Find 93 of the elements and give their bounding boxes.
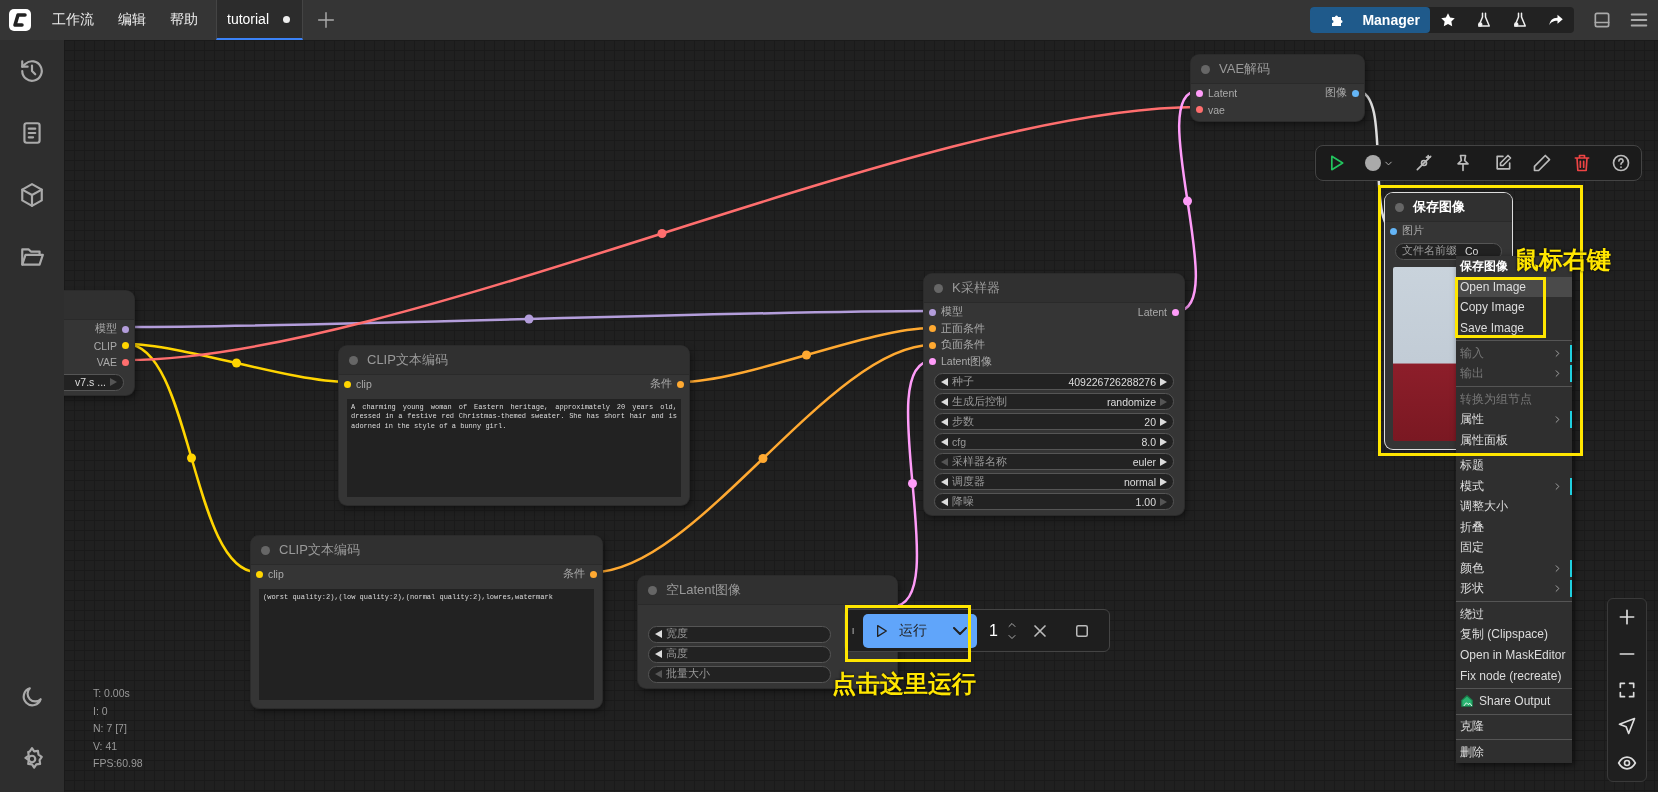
history-icon[interactable]: [19, 58, 45, 84]
node-title: K采样器: [952, 279, 1000, 297]
slot-label: 模型: [941, 305, 963, 320]
menu-item[interactable]: 固定: [1456, 537, 1572, 558]
slot-label: 图像: [1325, 86, 1347, 101]
slot-dot[interactable]: [122, 358, 129, 366]
menu-button[interactable]: 编辑: [106, 0, 158, 40]
slot-dot[interactable]: [256, 570, 263, 578]
house-icon: [1460, 694, 1474, 709]
menu-item[interactable]: 删除: [1456, 742, 1572, 763]
slot-dot[interactable]: [1196, 106, 1203, 114]
color-picker[interactable]: [1365, 155, 1395, 171]
menu-item[interactable]: Fix node (recreate): [1456, 665, 1572, 686]
slot-dot[interactable]: [590, 570, 597, 578]
menu-item[interactable]: 复制 (Clipspace): [1456, 624, 1572, 645]
slot-label: vae: [1208, 103, 1225, 116]
menu-item[interactable]: Open in MaskEditor: [1456, 645, 1572, 666]
number-widget[interactable]: 批量大小: [648, 665, 831, 683]
slot-label: 模型: [95, 322, 117, 337]
menu-item[interactable]: 绕过: [1456, 604, 1572, 625]
help-icon[interactable]: [1611, 153, 1632, 173]
node-title: 保存图像: [1413, 198, 1465, 216]
drag-handle-icon[interactable]: [849, 626, 857, 635]
cube-icon[interactable]: [19, 182, 45, 208]
slot-dot[interactable]: [1352, 89, 1359, 97]
chevron-down-icon: [953, 626, 967, 635]
text-widget[interactable]: 文件名前缀 Co: [1395, 242, 1502, 260]
graph-node[interactable]: 模型 CLIP VAE v7.s ...: [64, 291, 134, 395]
collapse-dot-icon[interactable]: [648, 585, 657, 595]
collapse-dot-icon[interactable]: [1395, 202, 1404, 212]
slot-dot[interactable]: [677, 380, 684, 388]
navigate-icon[interactable]: [1617, 716, 1637, 737]
slot-label: 图片: [1402, 224, 1424, 239]
menu-item[interactable]: 标题: [1456, 455, 1572, 476]
slot-dot[interactable]: [929, 358, 936, 366]
collapse-dot-icon[interactable]: [261, 545, 270, 555]
graph-node[interactable]: [339, 346, 689, 505]
menu-item[interactable]: Open Image: [1456, 276, 1572, 297]
slot-label: 条件: [563, 567, 585, 582]
stats-line: N: 7 [7]: [93, 721, 128, 736]
slot-label: VAE: [96, 356, 117, 369]
slot-label: clip: [268, 568, 284, 581]
batch-count-input[interactable]: 1: [983, 613, 1024, 648]
menu-item[interactable]: 模式: [1456, 476, 1572, 497]
manager-button[interactable]: Manager: [1310, 7, 1430, 33]
graph-node[interactable]: VAE解码 Latent 图像 vae: [1191, 55, 1364, 121]
collapse-dot-icon[interactable]: [934, 283, 943, 293]
slot-label: 条件: [650, 377, 672, 392]
slot-dot[interactable]: [1390, 227, 1397, 235]
collapse-dot-icon[interactable]: [349, 355, 358, 365]
slot-dot[interactable]: [122, 342, 129, 350]
node-title: VAE解码: [1219, 60, 1271, 78]
menu-item[interactable]: 折叠: [1456, 517, 1572, 538]
slot-label: 正面条件: [941, 321, 985, 336]
slot-label: Latent图像: [941, 354, 993, 369]
tab-label: tutorial: [227, 11, 270, 27]
stats-line: V: 41: [93, 738, 119, 754]
node-title: 空Latent图像: [666, 581, 742, 599]
panel-icon[interactable]: [1592, 10, 1612, 30]
collapse-dot-icon[interactable]: [1201, 64, 1210, 74]
workflow-tab[interactable]: tutorial: [216, 0, 304, 40]
node-title: CLIP文本编码: [367, 351, 448, 369]
slot-dot[interactable]: [1172, 308, 1179, 316]
slot-dot[interactable]: [1196, 89, 1203, 97]
number-widget[interactable]: 宽度: [648, 625, 831, 643]
slot-dot[interactable]: [344, 380, 351, 388]
slot-label: CLIP: [93, 339, 117, 352]
stats-line: FPS:60.98: [93, 756, 143, 771]
menu-item[interactable]: 调整大小: [1456, 496, 1572, 517]
slot-label: clip: [356, 378, 372, 391]
combo-widget[interactable]: v7.s ...: [64, 373, 124, 391]
slot-dot[interactable]: [929, 325, 936, 333]
slot-dot[interactable]: [929, 308, 936, 316]
run-button[interactable]: 运行: [863, 613, 977, 648]
star-icon[interactable]: [1439, 11, 1457, 29]
menu-item[interactable]: 克隆: [1456, 716, 1572, 737]
logo-icon[interactable]: [8, 8, 32, 32]
node-title: CLIP文本编码: [279, 541, 360, 559]
graph-node[interactable]: K采样器 模型 Latent 正面条件 负面条件 Latent图像 种子 409226726288276 生成后控制 randomize 步数 20 cfg 8.0 采样器名称 euler 调度器 normal 降噪 1.00: [924, 274, 1184, 515]
slot-label: Latent: [1137, 306, 1167, 319]
stats-line: I: 0: [93, 703, 109, 719]
pencil-icon[interactable]: [1532, 153, 1553, 173]
menu-item[interactable]: Share Output: [1456, 691, 1572, 712]
menu-item[interactable]: 形状: [1456, 578, 1572, 599]
number-widget[interactable]: 高度: [648, 645, 831, 663]
menu-button[interactable]: 帮助: [158, 0, 210, 40]
menu-button[interactable]: 工作流: [40, 0, 106, 40]
stats-line: T: 0.00s: [93, 686, 131, 701]
slot-dot[interactable]: [122, 325, 129, 333]
slot-label: 负面条件: [941, 338, 985, 353]
slot-dot[interactable]: [929, 341, 936, 349]
menu-item[interactable]: 颜色: [1456, 558, 1572, 579]
slot-label: Latent: [1208, 87, 1238, 100]
